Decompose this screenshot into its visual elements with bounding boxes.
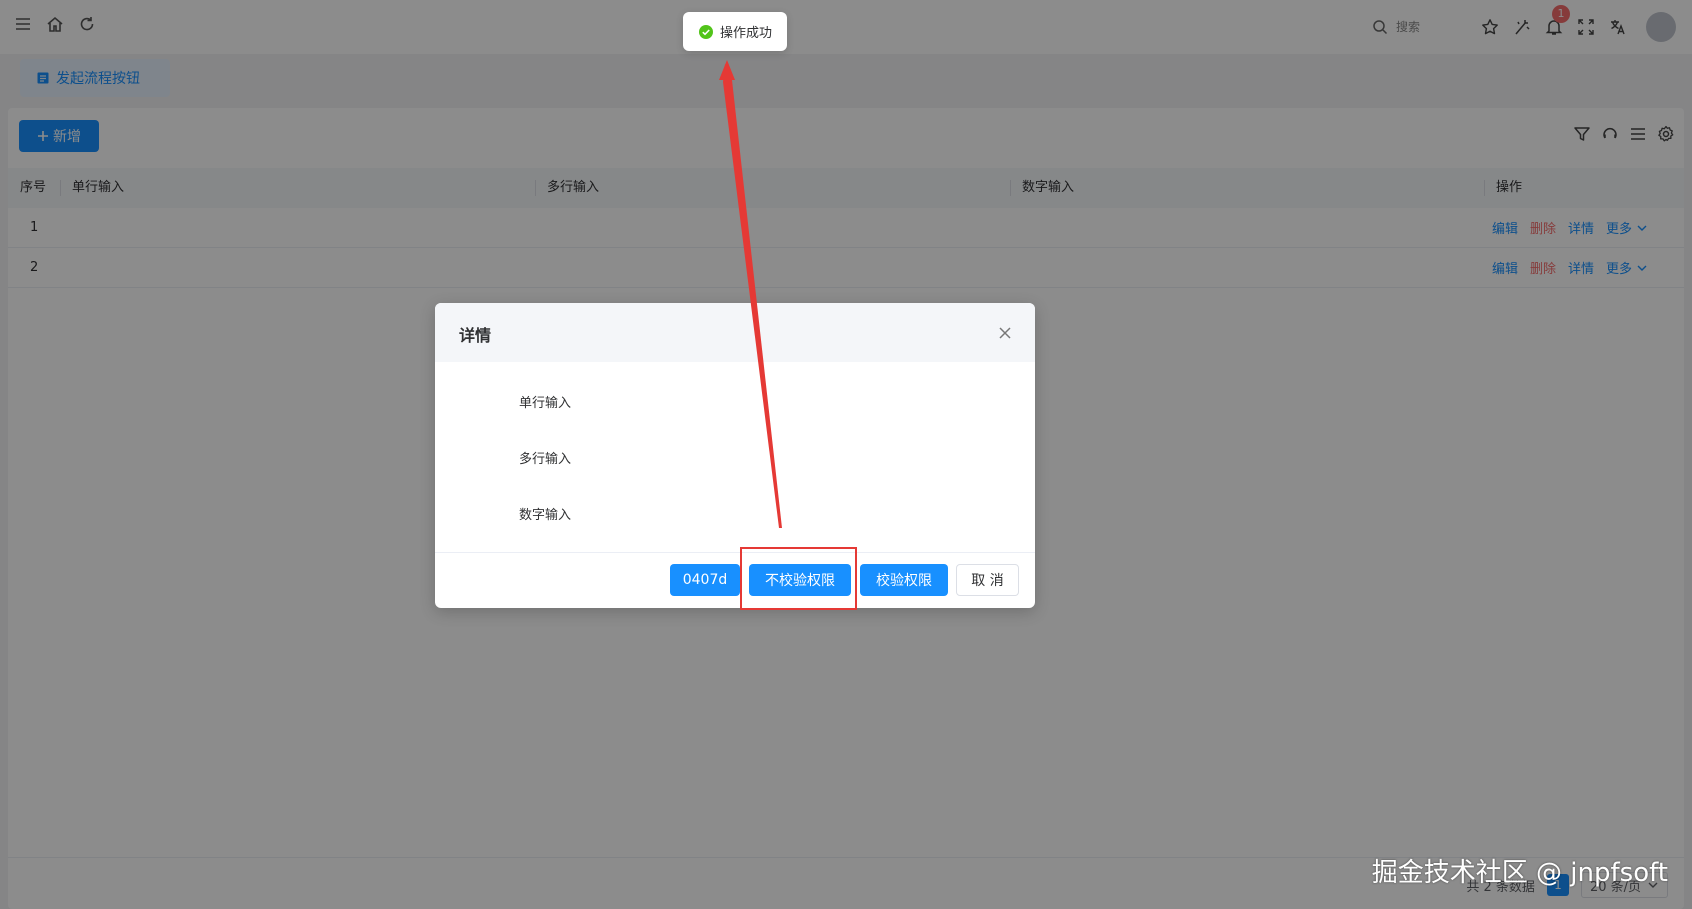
check-circle-icon	[698, 24, 714, 40]
close-icon[interactable]	[995, 323, 1015, 343]
custom-button[interactable]: 0407d	[670, 564, 740, 596]
detail-dialog: 详情 单行输入 多行输入 数字输入 0407d 不校验权限 校验权限 取 消	[435, 303, 1035, 608]
toast-message: 操作成功	[719, 26, 772, 41]
field-label-number: 数字输入	[519, 508, 572, 523]
watermark: 掘金技术社区 @ jnpfsoft	[1371, 858, 1668, 888]
field-label-single-line: 单行输入	[519, 396, 572, 411]
field-label-multi-line: 多行输入	[519, 452, 572, 467]
dialog-body: 单行输入 多行输入 数字输入	[435, 362, 1035, 523]
check-permission-button[interactable]: 校验权限	[860, 564, 948, 596]
annotation-highlight-box	[740, 547, 857, 610]
success-toast: 操作成功	[683, 12, 787, 51]
dialog-title: 详情	[459, 326, 492, 345]
dialog-header: 详情	[435, 303, 1035, 362]
dialog-footer: 0407d 不校验权限 校验权限 取 消	[435, 552, 1035, 608]
cancel-button[interactable]: 取 消	[956, 564, 1019, 596]
